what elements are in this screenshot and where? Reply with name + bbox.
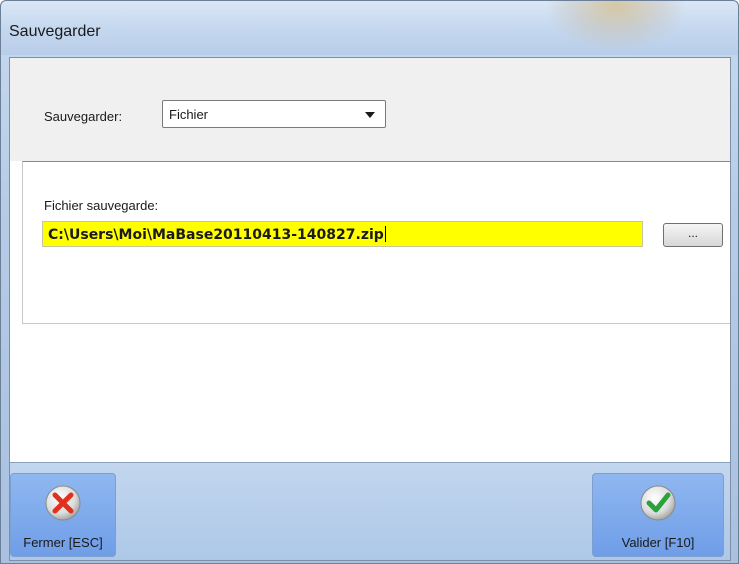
backup-file-path-input[interactable]: C:\Users\Moi\MaBase20110413-140827.zip xyxy=(42,221,643,247)
client-area: Sauvegarder: Fichier Fichier sauvegarde:… xyxy=(9,57,731,561)
green-check-icon xyxy=(640,485,676,521)
validate-button[interactable]: Valider [F10] xyxy=(592,473,724,557)
backup-type-label: Sauvegarder: xyxy=(44,109,123,124)
title-bar[interactable]: Sauvegarder xyxy=(1,1,738,55)
titlebar-glow xyxy=(546,1,686,51)
footer-bar: Fermer [ESC] Valider [F10] xyxy=(10,462,730,560)
backup-file-label: Fichier sauvegarde: xyxy=(44,198,159,213)
dialog-window: Sauvegarder Sauvegarder: Fichier Fichier… xyxy=(0,0,739,564)
backup-type-select[interactable]: Fichier xyxy=(162,100,386,128)
browse-button[interactable]: ... xyxy=(663,223,723,247)
window-title: Sauvegarder xyxy=(9,23,101,40)
dropdown-arrow-icon[interactable] xyxy=(365,112,375,118)
close-button-label: Fermer [ESC] xyxy=(23,535,103,550)
file-panel: Fichier sauvegarde: C:\Users\Moi\MaBase2… xyxy=(22,161,730,324)
red-x-icon xyxy=(45,485,81,521)
backup-type-value: Fichier xyxy=(169,107,209,122)
validate-button-label: Valider [F10] xyxy=(621,535,695,550)
backup-file-path-value: C:\Users\Moi\MaBase20110413-140827.zip xyxy=(48,227,384,243)
text-caret xyxy=(384,226,386,242)
backup-type-section: Sauvegarder: Fichier xyxy=(10,58,730,161)
close-button[interactable]: Fermer [ESC] xyxy=(10,473,116,557)
